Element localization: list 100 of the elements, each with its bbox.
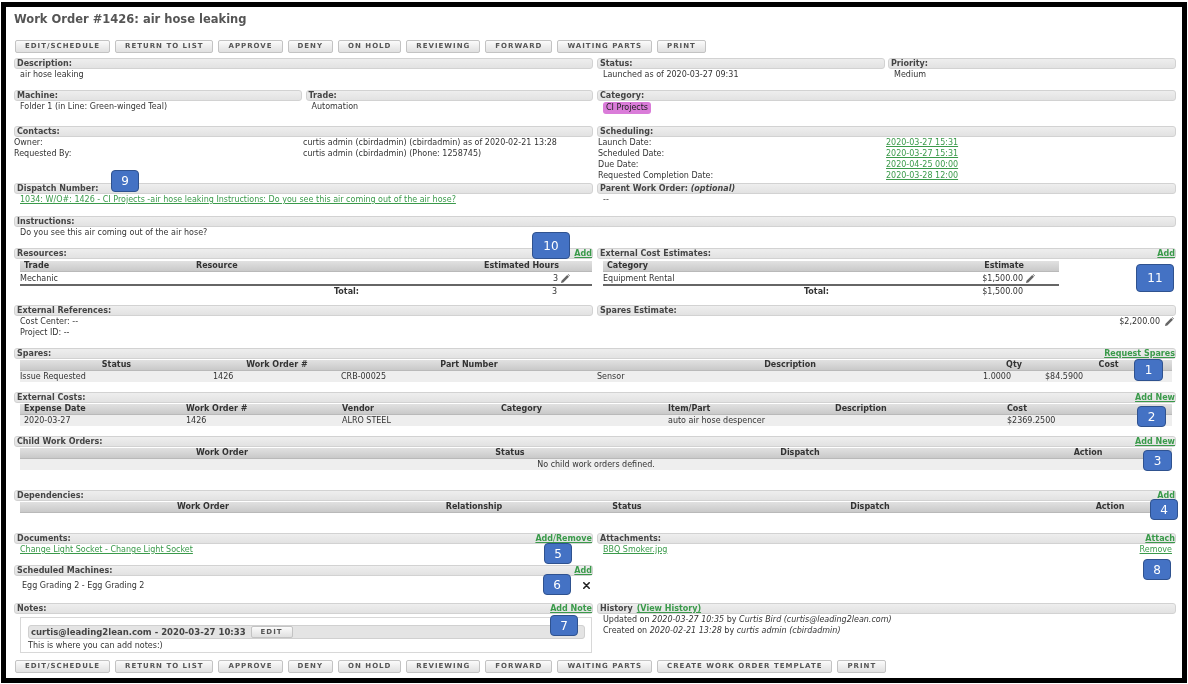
table-cell: Equipment Rental bbox=[603, 273, 675, 284]
number-callout: 7 bbox=[550, 615, 578, 636]
number-callout: 1 bbox=[1134, 359, 1163, 381]
section-title: Parent Work Order: (optional) bbox=[600, 184, 736, 193]
column-header: Dispatch bbox=[780, 448, 820, 458]
section-title: External References: bbox=[17, 306, 112, 315]
field-value: Launched as of 2020-03-27 09:31 bbox=[603, 69, 739, 80]
field-value: Cost Center: -- bbox=[20, 316, 79, 327]
section-title: Resources: bbox=[17, 249, 67, 258]
date-link[interactable]: 2020-04-25 00:00 bbox=[886, 159, 959, 170]
table-cell: auto air hose despencer bbox=[668, 415, 765, 426]
cross-icon[interactable] bbox=[583, 581, 590, 589]
section-title: Category: bbox=[600, 91, 645, 100]
field-label: Due Date: bbox=[598, 159, 639, 170]
column-header: Work Order # bbox=[186, 404, 248, 414]
table-cell: Sensor bbox=[597, 371, 625, 382]
field-label: Launch Date: bbox=[598, 137, 652, 148]
field-value: curtis admin (cbirdadmin) (Phone: 1258745) bbox=[303, 148, 482, 159]
number-callout: 6 bbox=[543, 574, 571, 595]
date-link[interactable]: 2020-03-27 15:31 bbox=[886, 148, 959, 159]
field-label: Scheduled Date: bbox=[598, 148, 665, 159]
history-entry: Updated on 2020-03-27 10:35 by Curtis Bird (curtis@leading2lean.com) bbox=[603, 614, 892, 625]
column-header: Estimate bbox=[984, 261, 1024, 271]
number-callout: 2 bbox=[1137, 406, 1166, 427]
date-link[interactable]: 2020-03-28 12:00 bbox=[886, 170, 959, 181]
field-value: -- bbox=[603, 194, 609, 205]
column-header: Dispatch bbox=[850, 502, 890, 512]
section-title: Notes: bbox=[17, 604, 47, 613]
machine-name: Egg Grading 2 - Egg Grading 2 bbox=[22, 579, 145, 591]
total-value: 3 bbox=[551, 286, 557, 297]
section-title: Attachments: bbox=[600, 534, 661, 543]
column-header: Expense Date bbox=[24, 404, 86, 414]
dispatch-link[interactable]: 1034: W/O#: 1426 - CI Projects -air hose leaking Instructions: Do you see this air coming out of the air hose? bbox=[20, 194, 456, 205]
date-link[interactable]: 2020-03-27 15:31 bbox=[886, 137, 959, 148]
section-title: Instructions: bbox=[17, 217, 75, 226]
table-cell: 3 bbox=[552, 273, 558, 284]
column-header: Cost bbox=[1007, 404, 1027, 414]
pencil-icon[interactable] bbox=[561, 274, 570, 283]
note-text: This is where you can add notes:) bbox=[28, 640, 163, 651]
total-label: Total: bbox=[803, 286, 829, 297]
field-label: Owner: bbox=[14, 137, 43, 148]
field-value: Folder 1 (in Line: Green-winged Teal) bbox=[20, 101, 168, 112]
section-title: Dependencies: bbox=[17, 491, 84, 500]
remove-link[interactable]: Remove bbox=[1139, 544, 1172, 555]
section-title: Description: bbox=[17, 59, 72, 68]
column-header: Cost bbox=[1098, 360, 1119, 370]
table-cell: ALRO STEEL bbox=[342, 415, 391, 426]
field-value: Do you see this air coming out of the air hose? bbox=[20, 227, 208, 238]
section-title: Trade: bbox=[308, 91, 337, 100]
document-link[interactable]: Change Light Socket - Change Light Socket bbox=[20, 544, 193, 555]
column-header: Description bbox=[764, 360, 816, 370]
table-cell: 1426 bbox=[186, 415, 207, 426]
column-header: Estimated Hours bbox=[484, 261, 559, 271]
section-title: Spares: bbox=[17, 349, 52, 358]
column-header: Category bbox=[607, 261, 648, 271]
table-cell: Mechanic bbox=[20, 273, 58, 284]
column-header: Work Order bbox=[196, 448, 248, 458]
column-header: Status bbox=[495, 448, 525, 458]
field-value: $2,200.00 bbox=[1119, 316, 1160, 327]
field-value: Medium bbox=[894, 69, 926, 80]
note-author: curtis@leading2lean.com - 2020-03-27 10:33 bbox=[31, 627, 246, 637]
table-cell: 1426 bbox=[213, 371, 234, 382]
table-cell: CRB-00025 bbox=[341, 371, 386, 382]
field-value: Automation bbox=[311, 101, 359, 112]
column-header: Work Order bbox=[177, 502, 229, 512]
section-title: Scheduling: bbox=[600, 127, 654, 136]
section-title: Priority: bbox=[891, 59, 928, 68]
attachment-link[interactable]: BBQ Smoker.jpg bbox=[603, 544, 668, 555]
table-cell: $2369.2500 bbox=[1007, 415, 1056, 426]
table-cell: 2020-03-27 bbox=[24, 415, 71, 426]
pencil-icon[interactable] bbox=[1165, 317, 1174, 326]
total-value: $1,500.00 bbox=[982, 286, 1023, 297]
history-entry: Created on 2020-02-21 13:28 by curtis admin (cbirdadmin) bbox=[603, 625, 841, 636]
section-title: Documents: bbox=[17, 534, 71, 543]
number-callout: 8 bbox=[1143, 559, 1171, 580]
column-header: Status bbox=[101, 360, 132, 370]
field-label: Requested By: bbox=[14, 148, 72, 159]
column-header: Vendor bbox=[342, 404, 375, 414]
table-cell: $1,500.00 bbox=[982, 273, 1023, 284]
number-callout: 10 bbox=[532, 232, 570, 259]
section-title: Machine: bbox=[17, 91, 58, 100]
column-header: Relationship bbox=[445, 502, 503, 512]
section-title: Spares Estimate: bbox=[600, 306, 677, 315]
column-header: Qty bbox=[1006, 360, 1022, 370]
column-header: Action bbox=[1095, 502, 1125, 512]
column-header: Resource bbox=[196, 261, 238, 271]
table-cell: Issue Requested bbox=[20, 371, 86, 382]
column-header: Work Order # bbox=[246, 360, 308, 370]
table-cell: 1.0000 bbox=[983, 371, 1011, 382]
section-title: External Cost Estimates: bbox=[600, 249, 711, 258]
number-callout: 11 bbox=[1136, 264, 1174, 292]
table-cell: $84.5900 bbox=[1045, 371, 1084, 382]
number-callout: 4 bbox=[1150, 499, 1178, 520]
section-title: Status: bbox=[600, 59, 633, 68]
field-value: Project ID: -- bbox=[20, 327, 70, 338]
pencil-icon[interactable] bbox=[1026, 274, 1035, 283]
number-callout: 5 bbox=[544, 543, 572, 564]
column-header: Category bbox=[501, 404, 542, 414]
section-title: Dispatch Number: bbox=[17, 184, 99, 193]
field-label: Requested Completion Date: bbox=[598, 170, 714, 181]
